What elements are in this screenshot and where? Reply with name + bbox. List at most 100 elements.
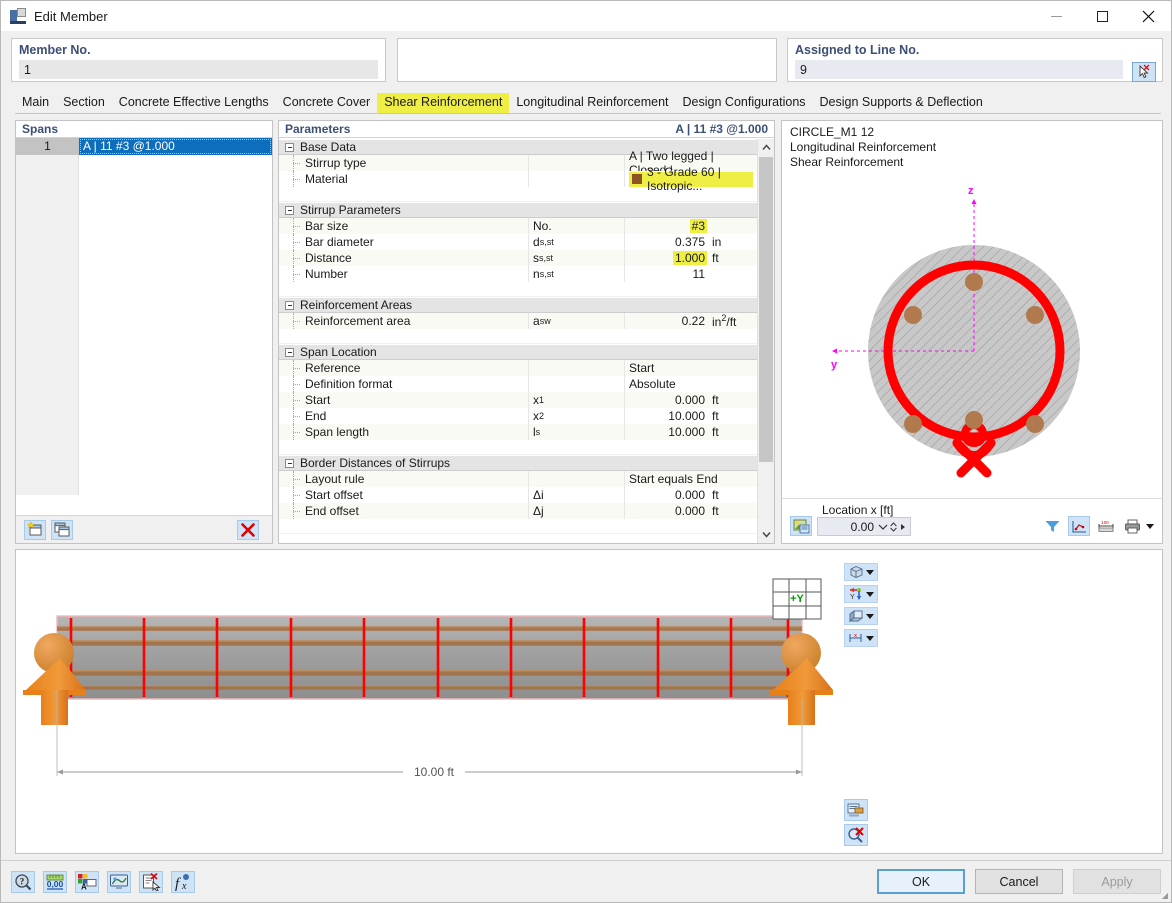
- param-value[interactable]: 0.000 ft: [625, 392, 757, 408]
- question-magnifier-icon[interactable]: ?: [11, 870, 35, 893]
- image-settings-icon[interactable]: [790, 516, 812, 536]
- cross-section-canvas[interactable]: z y: [782, 121, 1162, 497]
- param-value[interactable]: 3 - Grade 60 | Isotropic...: [625, 165, 757, 193]
- param-value[interactable]: 11: [625, 266, 757, 282]
- param-row[interactable]: Reference Start: [279, 360, 757, 376]
- param-row[interactable]: Layout rule Start equals End: [279, 471, 757, 487]
- param-symbol: a sw: [529, 313, 625, 329]
- collapse-icon[interactable]: [285, 142, 294, 152]
- collapse-icon[interactable]: [285, 205, 294, 215]
- param-value[interactable]: Absolute: [625, 376, 757, 392]
- param-value-text: 0.375: [674, 235, 705, 249]
- param-group-header[interactable]: Reinforcement Areas: [279, 297, 757, 313]
- param-row[interactable]: Reinforcement area a sw 0.22 in2/ft: [279, 313, 757, 329]
- location-x-input[interactable]: 0.00: [817, 517, 911, 536]
- axis-orientation-cube[interactable]: +Y: [772, 578, 822, 620]
- tab-longitudinal-reinforcement[interactable]: Longitudinal Reinforcement: [509, 93, 675, 113]
- param-label-text: Bar diameter: [305, 235, 374, 249]
- monitor-icon[interactable]: [107, 870, 131, 893]
- display-props-icon[interactable]: [844, 799, 868, 821]
- dimension-icon[interactable]: x: [844, 629, 878, 647]
- collapse-icon[interactable]: [285, 458, 294, 468]
- ok-button[interactable]: OK: [877, 869, 965, 894]
- maximize-button[interactable]: [1079, 1, 1125, 31]
- tab-concrete-cover[interactable]: Concrete Cover: [276, 93, 378, 113]
- cancel-button[interactable]: Cancel: [975, 869, 1063, 894]
- param-value[interactable]: 10.000 ft: [625, 408, 757, 424]
- resize-grip[interactable]: ◢: [1162, 891, 1168, 900]
- param-value[interactable]: 0.22 in2/ft: [625, 313, 757, 329]
- param-row[interactable]: Material 3 - Grade 60 | Isotropic...: [279, 165, 757, 193]
- comment-color-icon[interactable]: A: [75, 870, 99, 893]
- param-group-header[interactable]: Border Distances of Stirrups: [279, 455, 757, 471]
- param-label-text: Distance: [305, 251, 352, 265]
- param-row[interactable]: Distance s s,st 1.000 ft: [279, 250, 757, 266]
- param-row[interactable]: Start x 1 0.000 ft: [279, 392, 757, 408]
- tab-section[interactable]: Section: [56, 93, 112, 113]
- minimize-button[interactable]: [1033, 1, 1079, 31]
- tab-main[interactable]: Main: [15, 93, 56, 113]
- ruler-icon[interactable]: 100: [1095, 516, 1117, 536]
- param-row[interactable]: Bar diameter d s,st 0.375 in: [279, 234, 757, 250]
- units-ruler-icon[interactable]: 0,00: [43, 870, 67, 893]
- tab-design-supports-deflection[interactable]: Design Supports & Deflection: [813, 93, 990, 113]
- location-x-spinner[interactable]: [890, 521, 897, 532]
- param-value[interactable]: Start: [625, 360, 757, 376]
- param-group-header[interactable]: Span Location: [279, 344, 757, 360]
- copy-window-icon[interactable]: [51, 519, 73, 540]
- close-button[interactable]: [1125, 1, 1171, 31]
- span-value[interactable]: A | 11 #3 @1.000: [79, 138, 272, 155]
- param-row[interactable]: End offset Δj 0.000 ft: [279, 503, 757, 519]
- parameters-scrollbar[interactable]: [757, 139, 774, 543]
- tab-design-configurations[interactable]: Design Configurations: [676, 93, 813, 113]
- svg-text:y: y: [831, 359, 838, 371]
- param-value[interactable]: #3: [625, 218, 757, 234]
- tab-shear-reinforcement[interactable]: Shear Reinforcement: [377, 93, 510, 113]
- param-value[interactable]: 0.000 ft: [625, 503, 757, 519]
- scroll-up-icon[interactable]: [758, 139, 774, 156]
- param-row[interactable]: Definition format Absolute: [279, 376, 757, 392]
- param-label: Material: [279, 171, 529, 187]
- scrollbar-thumb[interactable]: [759, 157, 773, 462]
- funnel-icon[interactable]: [1041, 516, 1063, 536]
- cube-dropdown-icon[interactable]: [866, 569, 874, 575]
- magnifier-x-icon[interactable]: [844, 824, 868, 846]
- axis-arrows-icon[interactable]: Y: [844, 585, 878, 603]
- printer-icon[interactable]: [1122, 516, 1144, 536]
- shading-dropdown-icon[interactable]: [866, 613, 874, 619]
- param-row[interactable]: Bar size No. #3: [279, 218, 757, 234]
- beam-3d-panel[interactable]: 10.00 ft: [15, 549, 1163, 854]
- member-no-input[interactable]: 1: [19, 60, 378, 79]
- param-row[interactable]: Number n s,st 11: [279, 266, 757, 282]
- svg-text:?: ?: [19, 876, 24, 886]
- new-window-icon[interactable]: [24, 519, 46, 540]
- param-value-text: 1.000: [672, 251, 707, 265]
- page-x-icon[interactable]: [139, 870, 163, 893]
- param-row[interactable]: Span length l s 10.000 ft: [279, 424, 757, 440]
- red-x-icon[interactable]: [237, 519, 259, 540]
- function-icon[interactable]: f x: [171, 870, 195, 893]
- scroll-down-icon[interactable]: [758, 526, 774, 543]
- param-row[interactable]: End x 2 10.000 ft: [279, 408, 757, 424]
- param-row[interactable]: Start offset Δi 0.000 ft: [279, 487, 757, 503]
- dimension-dropdown-icon[interactable]: [866, 635, 874, 641]
- header-fields: Member No. 1 Assigned to Line No. 9: [1, 34, 1171, 86]
- param-value[interactable]: 1.000 ft: [625, 250, 757, 266]
- printer-dropdown-icon[interactable]: [1146, 523, 1154, 529]
- assigned-line-input[interactable]: 9: [795, 60, 1123, 79]
- collapse-icon[interactable]: [285, 300, 294, 310]
- shaded-box-icon[interactable]: [844, 607, 878, 625]
- param-value[interactable]: Start equals End: [625, 471, 757, 487]
- param-group-header[interactable]: Stirrup Parameters: [279, 202, 757, 218]
- param-label-text: Reinforcement area: [305, 314, 411, 328]
- pick-cursor-icon[interactable]: [1132, 62, 1156, 82]
- tab-concrete-effective-lengths[interactable]: Concrete Effective Lengths: [112, 93, 276, 113]
- axis-dropdown-icon[interactable]: [866, 591, 874, 597]
- cube-icon[interactable]: [844, 563, 878, 581]
- param-value[interactable]: 0.375 in: [625, 234, 757, 250]
- param-value[interactable]: 10.000 ft: [625, 424, 757, 440]
- param-value[interactable]: 0.000 ft: [625, 487, 757, 503]
- collapse-icon[interactable]: [285, 347, 294, 357]
- section-axes-icon[interactable]: [1068, 516, 1090, 536]
- span-row[interactable]: 1A | 11 #3 @1.000: [16, 138, 272, 155]
